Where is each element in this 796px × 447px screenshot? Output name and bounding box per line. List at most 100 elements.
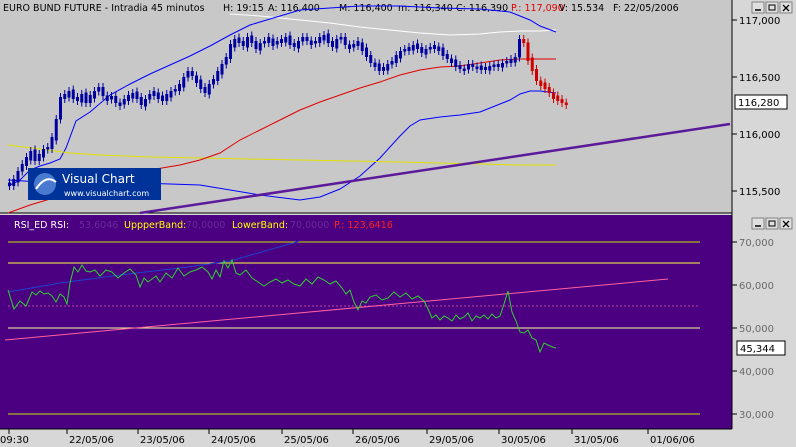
rsi-pane-maximize-button[interactable] xyxy=(765,217,779,230)
candle xyxy=(182,77,186,88)
header-h: H: 19:15 xyxy=(223,3,264,14)
chart-canvas[interactable]: EURO BUND FUTURE - Intradia 45 minutos H… xyxy=(0,0,796,447)
candle xyxy=(428,47,432,50)
candle xyxy=(93,91,96,99)
candle xyxy=(165,94,169,101)
candle xyxy=(407,47,411,51)
candle xyxy=(471,64,475,67)
candle xyxy=(46,147,50,150)
price-axis[interactable] xyxy=(732,0,796,429)
svg-text:117,000: 117,000 xyxy=(739,16,780,27)
candle xyxy=(220,64,224,75)
header-f: F: 22/05/2006 xyxy=(613,3,679,14)
candle xyxy=(314,41,317,44)
candle xyxy=(195,75,198,83)
candle xyxy=(335,39,339,49)
candle xyxy=(169,91,173,98)
candle xyxy=(25,157,28,166)
candle xyxy=(382,67,385,71)
candle xyxy=(373,62,377,67)
candle xyxy=(152,91,156,96)
candle xyxy=(250,35,254,43)
candle xyxy=(267,37,271,43)
candle xyxy=(233,39,237,48)
svg-text:50,000: 50,000 xyxy=(739,324,774,335)
candle xyxy=(475,66,479,69)
candle xyxy=(178,84,181,91)
rsi-value: 53,6046 xyxy=(79,220,118,231)
candle xyxy=(110,96,113,100)
candle xyxy=(237,37,241,43)
candle xyxy=(420,47,424,53)
upper-band-value: 70,0000 xyxy=(186,220,225,231)
candle xyxy=(509,59,513,63)
candle xyxy=(71,89,75,99)
candle xyxy=(63,94,67,99)
time-axis-label: 09:30 xyxy=(0,435,29,446)
candle xyxy=(80,94,84,103)
candle xyxy=(156,92,160,99)
candle xyxy=(403,49,407,52)
svg-text:115,500: 115,500 xyxy=(739,187,780,198)
candle xyxy=(288,35,292,45)
candle xyxy=(101,87,105,96)
candle xyxy=(322,35,326,41)
header-v: V: 15.534 xyxy=(559,3,604,14)
candle xyxy=(271,38,275,46)
candle xyxy=(564,102,568,105)
candle xyxy=(305,37,309,41)
price-pane-maximize-button[interactable] xyxy=(765,1,779,14)
candle xyxy=(458,65,462,69)
candle xyxy=(377,63,381,71)
candle xyxy=(50,137,54,149)
candle xyxy=(488,66,492,71)
candle xyxy=(8,182,11,186)
lower-band-value: 70,0000 xyxy=(290,220,329,231)
candle xyxy=(365,47,368,57)
candle xyxy=(424,49,428,55)
candle xyxy=(552,92,555,99)
candle xyxy=(105,95,109,101)
candle xyxy=(441,47,445,56)
price-pane-close-button[interactable] xyxy=(779,1,793,14)
candle xyxy=(386,64,390,71)
candle xyxy=(526,42,530,61)
candle xyxy=(513,57,517,63)
candle xyxy=(199,79,203,89)
rsi-pane-minimize-button[interactable] xyxy=(751,217,765,230)
candle xyxy=(37,154,41,161)
candle xyxy=(343,37,347,45)
price-pane-minimize-button[interactable] xyxy=(751,1,765,14)
candle xyxy=(369,55,373,63)
candle xyxy=(135,91,139,99)
candle xyxy=(530,57,534,71)
time-axis-label: 25/05/06 xyxy=(284,435,329,446)
candle xyxy=(67,91,71,98)
time-axis-label: 30/05/06 xyxy=(501,435,546,446)
candle xyxy=(59,97,62,120)
candle xyxy=(33,149,37,161)
lower-band-label: LowerBand: xyxy=(232,220,288,231)
candle xyxy=(467,64,470,70)
price-current-label: 116,280 xyxy=(734,94,788,110)
candle xyxy=(356,41,360,46)
candle xyxy=(254,41,258,49)
candle xyxy=(212,79,215,85)
rsi-pane[interactable] xyxy=(0,215,732,429)
candle xyxy=(390,61,394,65)
candle xyxy=(547,87,551,93)
candle xyxy=(301,37,305,42)
candle xyxy=(84,92,88,103)
candle xyxy=(161,95,164,101)
candle xyxy=(292,43,296,47)
candle xyxy=(16,171,20,183)
svg-text:70,000: 70,000 xyxy=(739,238,774,249)
rsi-current-label: 45,344 xyxy=(736,340,786,356)
svg-text:116,500: 116,500 xyxy=(739,73,780,84)
candle xyxy=(505,61,509,64)
candle xyxy=(450,58,453,63)
rsi-pane-close-button[interactable] xyxy=(779,217,793,230)
candle xyxy=(522,39,526,43)
candle xyxy=(492,64,496,67)
candle xyxy=(173,89,177,92)
